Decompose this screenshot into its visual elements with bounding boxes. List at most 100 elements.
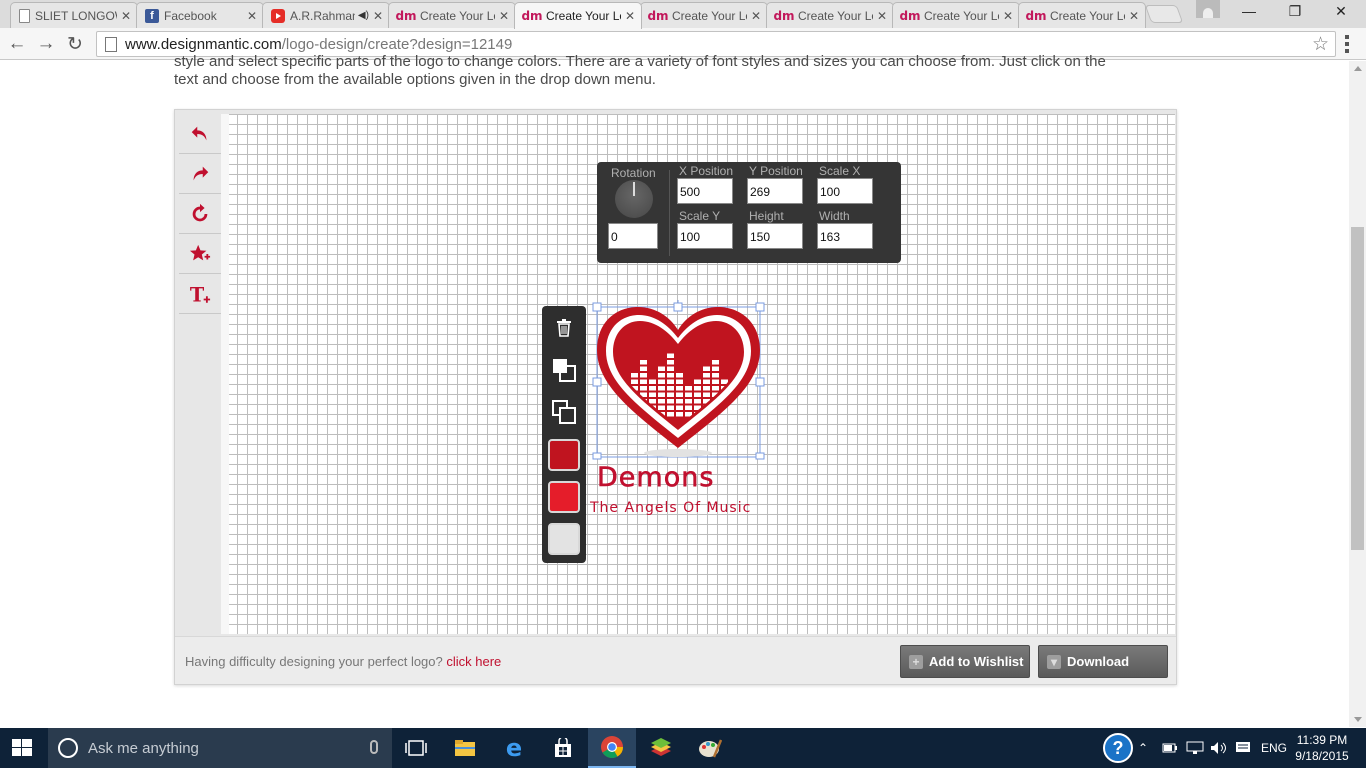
edge-browser-icon[interactable]: e bbox=[490, 728, 538, 768]
forward-button[interactable]: → bbox=[34, 32, 58, 56]
designmantic-icon: dm bbox=[899, 8, 921, 23]
browser-tab[interactable]: f Facebook ✕ bbox=[136, 2, 264, 28]
close-tab-icon[interactable]: ✕ bbox=[373, 9, 383, 23]
profile-icon[interactable] bbox=[1196, 0, 1220, 18]
y-position-input[interactable]: 269 bbox=[747, 178, 803, 204]
add-symbol-icon[interactable] bbox=[179, 234, 221, 274]
tab-title: Create Your Logo bbox=[1050, 8, 1125, 23]
browser-tab[interactable]: dmCreate Your Logo ✕ bbox=[514, 2, 642, 29]
cortana-search-box[interactable]: Ask me anything bbox=[48, 728, 392, 768]
trash-icon[interactable] bbox=[548, 312, 580, 344]
close-window-icon[interactable]: ✕ bbox=[1318, 3, 1364, 20]
back-button[interactable]: ← bbox=[5, 32, 29, 56]
chrome-taskbar-icon[interactable] bbox=[588, 728, 636, 768]
document-icon bbox=[19, 8, 30, 23]
rotation-input[interactable]: 0 bbox=[608, 223, 658, 249]
task-view-icon[interactable] bbox=[392, 728, 440, 768]
page-scrollbar[interactable] bbox=[1349, 61, 1366, 727]
tab-title: Create Your Logo bbox=[924, 8, 999, 23]
browser-tab[interactable]: SLIET LONGOWAL ✕ bbox=[10, 2, 138, 28]
editor-footer: Having difficulty designing your perfect… bbox=[175, 636, 1176, 684]
tab-title: Create Your Logo bbox=[420, 8, 495, 23]
x-position-label: X Position bbox=[679, 164, 734, 178]
color-swatch-3[interactable] bbox=[548, 523, 580, 555]
close-tab-icon[interactable]: ✕ bbox=[751, 9, 761, 23]
plus-icon: + bbox=[909, 654, 923, 669]
browser-tab[interactable]: A.R.Rahman ◀) ✕ bbox=[262, 2, 390, 28]
tab-title: Create Your Logo bbox=[798, 8, 873, 23]
page-icon bbox=[105, 36, 117, 52]
close-tab-icon[interactable]: ✕ bbox=[499, 9, 509, 23]
height-input[interactable]: 150 bbox=[747, 223, 803, 249]
windows-start-icon[interactable] bbox=[12, 739, 32, 757]
redo-icon[interactable] bbox=[179, 154, 221, 194]
paint-icon[interactable] bbox=[686, 728, 734, 768]
undo-icon[interactable] bbox=[179, 114, 221, 154]
color-swatch-1[interactable] bbox=[548, 439, 580, 471]
send-backward-icon[interactable] bbox=[548, 396, 580, 428]
tab-title: Facebook bbox=[164, 8, 217, 23]
store-icon[interactable] bbox=[539, 728, 587, 768]
clock[interactable]: 11:39 PM 9/18/2015 bbox=[1292, 732, 1352, 764]
new-tab-button[interactable] bbox=[1144, 5, 1184, 23]
reset-icon[interactable] bbox=[179, 194, 221, 234]
bring-forward-icon[interactable] bbox=[548, 354, 580, 386]
heart-logo-icon[interactable] bbox=[592, 300, 767, 460]
language-indicator[interactable]: ENG bbox=[1261, 728, 1287, 768]
scale-y-input[interactable]: 100 bbox=[677, 223, 733, 249]
intro-line-1: style and select specific parts of the l… bbox=[174, 53, 1106, 70]
download-button[interactable]: ▾ Download bbox=[1038, 645, 1168, 678]
intro-text: style and select specific parts of the l… bbox=[174, 53, 1174, 89]
battery-icon[interactable] bbox=[1162, 728, 1178, 768]
url-path: /logo-design/create?design=12149 bbox=[281, 35, 513, 53]
tab-title: SLIET LONGOWAL bbox=[35, 8, 117, 23]
logo-name[interactable]: Demons bbox=[597, 462, 714, 494]
action-center-icon[interactable] bbox=[1235, 728, 1251, 768]
close-tab-icon[interactable]: ✕ bbox=[121, 9, 131, 23]
browser-tab[interactable]: dmCreate Your Logo ✕ bbox=[1018, 2, 1146, 28]
download-icon: ▾ bbox=[1047, 654, 1061, 669]
close-tab-icon[interactable]: ✕ bbox=[1129, 9, 1139, 23]
height-label: Height bbox=[749, 209, 784, 223]
restore-icon[interactable]: ❐ bbox=[1272, 3, 1318, 20]
scale-x-input[interactable]: 100 bbox=[817, 178, 873, 204]
browser-tab[interactable]: dmCreate Your Logo ✕ bbox=[766, 2, 894, 28]
scrollbar-thumb[interactable] bbox=[1351, 227, 1364, 550]
svg-text:T: T bbox=[190, 283, 205, 305]
browser-tab[interactable]: dmCreate Your Logo ✕ bbox=[388, 2, 516, 28]
browser-tab[interactable]: dmCreate Your Logo ✕ bbox=[640, 2, 768, 28]
scale-x-label: Scale X bbox=[819, 164, 861, 178]
x-position-input[interactable]: 500 bbox=[677, 178, 733, 204]
add-text-icon[interactable]: T bbox=[179, 274, 221, 314]
facebook-icon: f bbox=[145, 8, 159, 23]
audio-playing-icon[interactable]: ◀) bbox=[358, 10, 369, 21]
tab-title: A.R.Rahman bbox=[290, 8, 355, 23]
show-hidden-icons[interactable]: ⌃ bbox=[1138, 728, 1148, 768]
help-text: Having difficulty designing your perfect… bbox=[185, 654, 502, 669]
url-host: www.designmantic.com bbox=[125, 35, 282, 53]
network-icon[interactable] bbox=[1186, 728, 1204, 768]
file-explorer-icon[interactable] bbox=[441, 728, 489, 768]
bookmark-star-icon[interactable]: ☆ bbox=[1312, 33, 1329, 56]
add-to-wishlist-button[interactable]: + Add to Wishlist bbox=[900, 645, 1030, 678]
tab-title: Create Your Logo bbox=[546, 9, 621, 23]
microphone-icon[interactable] bbox=[370, 740, 378, 754]
close-tab-icon[interactable]: ✕ bbox=[877, 9, 887, 23]
rotation-knob[interactable] bbox=[615, 180, 653, 218]
click-here-link[interactable]: click here bbox=[446, 654, 501, 669]
close-tab-icon[interactable]: ✕ bbox=[247, 9, 257, 23]
help-icon[interactable]: ? bbox=[1098, 728, 1138, 768]
minimize-icon[interactable]: — bbox=[1226, 3, 1272, 19]
close-tab-icon[interactable]: ✕ bbox=[625, 9, 635, 23]
tab-strip: SLIET LONGOWAL✕fFacebook✕A.R.Rahman◀)✕dm… bbox=[0, 0, 1366, 29]
volume-icon[interactable] bbox=[1210, 728, 1228, 768]
bluestacks-icon[interactable] bbox=[637, 728, 685, 768]
browser-tab[interactable]: dmCreate Your Logo ✕ bbox=[892, 2, 1020, 28]
close-tab-icon[interactable]: ✕ bbox=[1003, 9, 1013, 23]
color-swatch-2[interactable] bbox=[548, 481, 580, 513]
reload-button[interactable]: ↻ bbox=[63, 32, 87, 56]
youtube-icon bbox=[271, 8, 285, 23]
logo-tagline[interactable]: The Angels Of Music bbox=[590, 500, 751, 516]
width-input[interactable]: 163 bbox=[817, 223, 873, 249]
chrome-menu-icon[interactable] bbox=[1345, 35, 1349, 53]
